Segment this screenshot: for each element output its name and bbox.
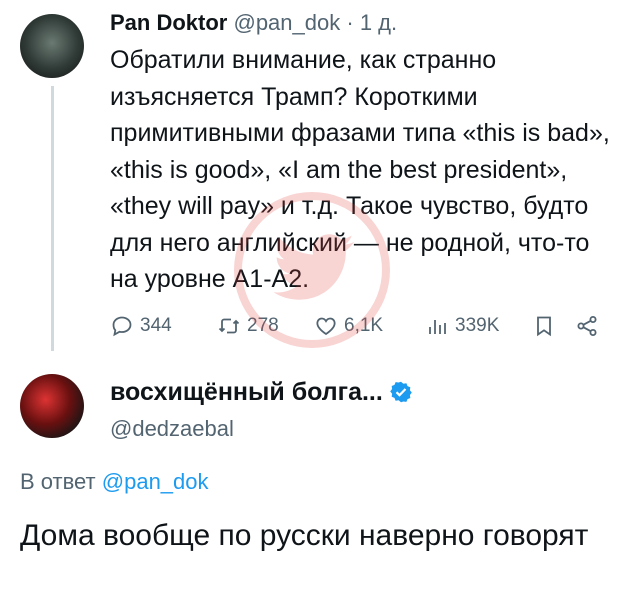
like-button[interactable]: 6,1K xyxy=(314,314,383,338)
bookmark-icon xyxy=(537,316,551,337)
tweet: Pan Doktor @pan_dok · 1 д. Обратили вним… xyxy=(110,8,620,298)
thread-line xyxy=(51,86,54,351)
reply-count: 344 xyxy=(140,315,172,336)
views-count: 339K xyxy=(455,315,500,336)
mention-link[interactable]: @pan_dok xyxy=(102,469,209,494)
share-button[interactable] xyxy=(575,314,599,338)
avatar[interactable] xyxy=(20,374,84,438)
author-handle[interactable]: @pan_dok xyxy=(233,10,340,35)
tweet-header: Pan Doktor @pan_dok · 1 д. xyxy=(110,8,620,38)
like-count: 6,1K xyxy=(344,315,384,336)
views-icon xyxy=(429,320,446,334)
views-button[interactable]: 339K xyxy=(425,314,499,338)
reply-context: В ответ @pan_dok xyxy=(20,469,209,495)
retweet-icon xyxy=(218,318,240,334)
retweet-count: 278 xyxy=(247,315,279,336)
reply-author: восхищённый болга... @dedzaebal xyxy=(110,376,413,444)
separator: · xyxy=(346,10,354,35)
reply-text: Дома вообще по русски наверно говорят xyxy=(20,519,589,552)
like-icon xyxy=(316,317,336,336)
author-name[interactable]: восхищённый болга... xyxy=(110,376,383,408)
verified-icon xyxy=(390,381,412,403)
reply-button[interactable]: 344 xyxy=(110,314,172,338)
reply-icon xyxy=(112,316,132,337)
reply-label: В ответ xyxy=(20,469,96,494)
timestamp[interactable]: 1 д. xyxy=(360,10,397,35)
author-name[interactable]: Pan Doktor xyxy=(110,10,227,35)
author-handle[interactable]: @dedzaebal xyxy=(110,414,413,444)
action-bar: 344 278 6,1K 339K xyxy=(110,311,620,341)
retweet-button[interactable]: 278 xyxy=(217,314,279,338)
tweet-text: Обратили внимание, как странно изъясняет… xyxy=(110,46,610,293)
share-icon xyxy=(577,316,597,336)
bookmark-button[interactable] xyxy=(532,314,556,338)
avatar[interactable] xyxy=(20,14,84,78)
